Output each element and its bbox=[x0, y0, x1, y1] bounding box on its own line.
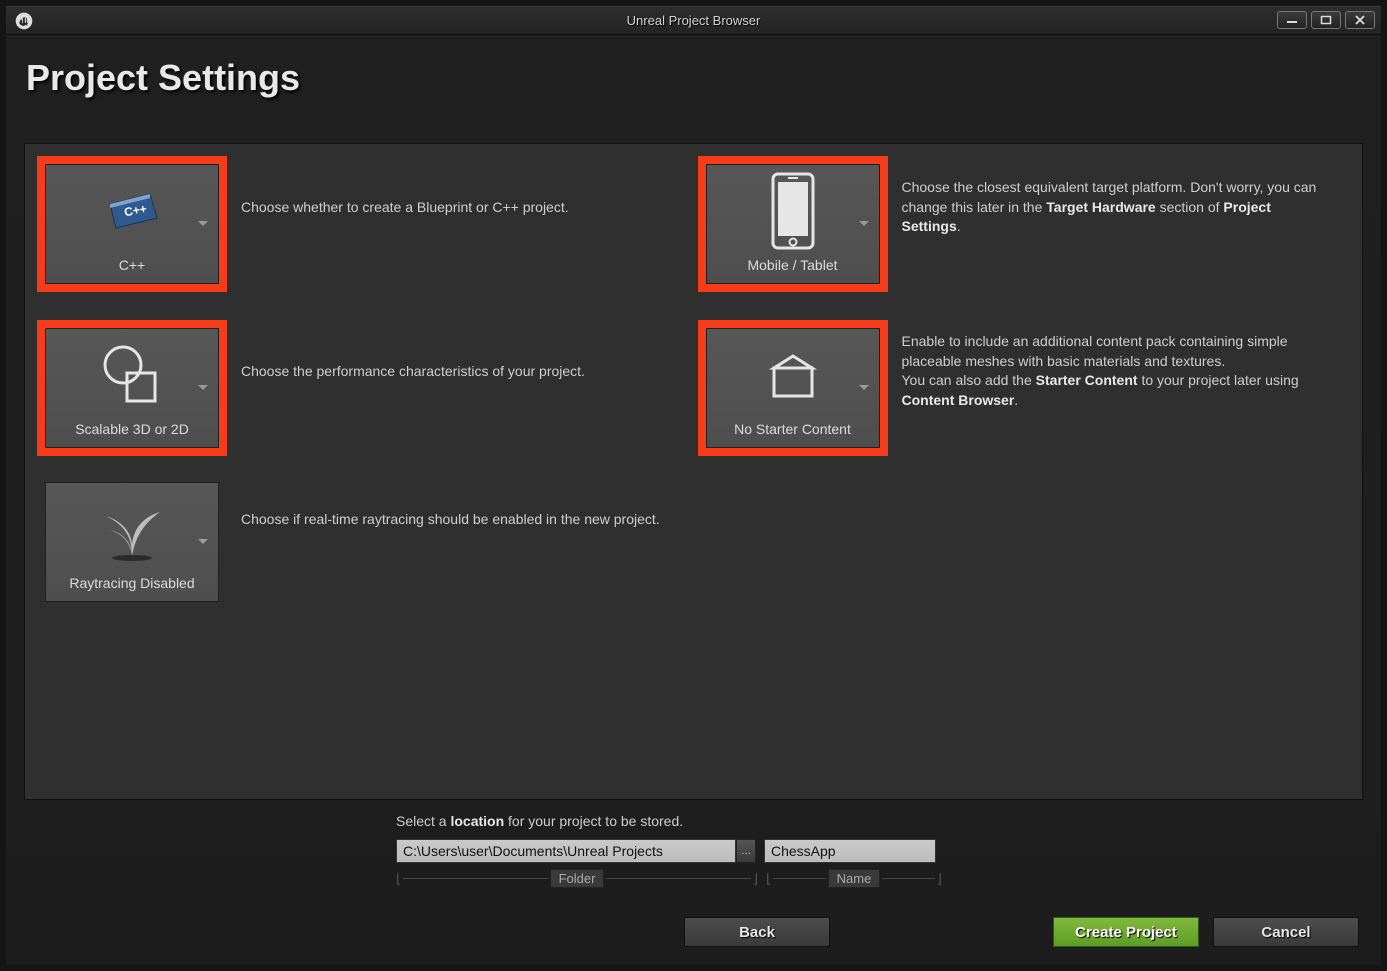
settings-panel: C++ C++ Choose whether to create a Bluep… bbox=[24, 143, 1363, 800]
raytracing-label: Raytracing Disabled bbox=[69, 575, 194, 591]
starter-content-description: Enable to include an additional content … bbox=[902, 320, 1351, 410]
close-button[interactable] bbox=[1345, 11, 1375, 29]
project-type-description: Choose whether to create a Blueprint or … bbox=[241, 156, 593, 218]
performance-description: Choose the performance characteristics o… bbox=[241, 320, 609, 382]
performance-label: Scalable 3D or 2D bbox=[75, 421, 189, 437]
unreal-logo-icon bbox=[10, 7, 38, 35]
starter-content-dropdown[interactable]: No Starter Content bbox=[706, 328, 880, 448]
cpp-icon: C++ bbox=[102, 165, 162, 257]
raytracing-dropdown[interactable]: Raytracing Disabled bbox=[45, 482, 219, 602]
target-platform-dropdown[interactable]: Mobile / Tablet bbox=[706, 164, 880, 284]
chevron-down-icon bbox=[859, 385, 869, 390]
project-type-dropdown[interactable]: C++ C++ bbox=[45, 164, 219, 284]
create-project-button[interactable]: Create Project bbox=[1053, 917, 1199, 947]
starter-content-label: No Starter Content bbox=[734, 421, 851, 437]
chevron-down-icon bbox=[859, 221, 869, 226]
window-title: Unreal Project Browser bbox=[627, 13, 761, 28]
titlebar: Unreal Project Browser bbox=[6, 7, 1381, 35]
chevron-down-icon bbox=[198, 385, 208, 390]
cancel-button[interactable]: Cancel bbox=[1213, 917, 1359, 947]
plant-icon bbox=[92, 483, 172, 575]
page-title: Project Settings bbox=[26, 57, 1381, 99]
box-open-icon bbox=[764, 329, 822, 421]
back-button[interactable]: Back bbox=[684, 917, 830, 947]
minimize-button[interactable] bbox=[1277, 11, 1307, 29]
chevron-down-icon bbox=[198, 221, 208, 226]
chevron-down-icon bbox=[198, 539, 208, 544]
browse-folder-button[interactable]: … bbox=[736, 839, 756, 863]
name-sublabel: Name bbox=[828, 869, 881, 888]
scalable-icon bbox=[97, 329, 167, 421]
raytracing-description: Choose if real-time raytracing should be… bbox=[241, 474, 684, 530]
project-type-label: C++ bbox=[119, 257, 145, 273]
performance-dropdown[interactable]: Scalable 3D or 2D bbox=[45, 328, 219, 448]
target-platform-label: Mobile / Tablet bbox=[747, 257, 837, 273]
folder-sublabel: Folder bbox=[550, 869, 605, 888]
target-platform-description: Choose the closest equivalent target pla… bbox=[902, 156, 1351, 237]
maximize-button[interactable] bbox=[1311, 11, 1341, 29]
location-hint: Select a location for your project to be… bbox=[396, 813, 1381, 829]
mobile-icon bbox=[769, 165, 817, 257]
project-name-input[interactable] bbox=[764, 839, 936, 863]
folder-input[interactable] bbox=[396, 839, 736, 863]
